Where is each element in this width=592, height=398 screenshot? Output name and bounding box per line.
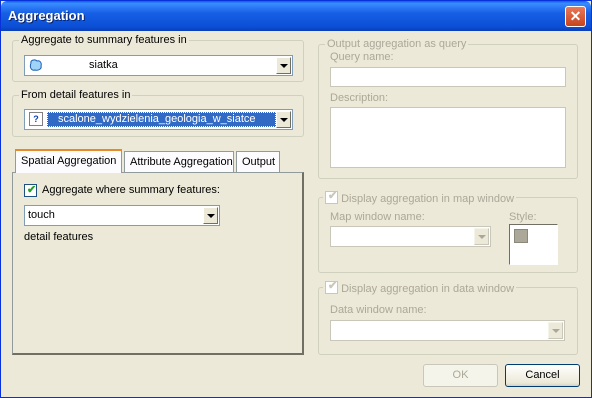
tab-label: Attribute Aggregation	[130, 156, 233, 168]
detail-features-value: scalone_wydzielenia_geologia_w_siatce	[58, 113, 256, 125]
checkmark-icon: ✔	[27, 184, 37, 196]
data-window-select[interactable]	[330, 320, 565, 341]
checkmark-icon: ✔	[328, 190, 338, 202]
tab-output[interactable]: Output	[236, 151, 280, 172]
description-textarea[interactable]	[330, 107, 566, 168]
title-bar[interactable]: Aggregation ✕	[1, 1, 591, 31]
summary-features-legend: Aggregate to summary features in	[19, 34, 189, 47]
checkmark-icon: ✔	[328, 280, 338, 292]
ok-button[interactable]: OK	[423, 364, 498, 387]
output-query-legend: Output aggregation as query	[325, 38, 469, 51]
tab-label: Spatial Aggregation	[21, 155, 117, 167]
polygon-layer-icon	[29, 59, 43, 75]
data-window-legend: Display aggregation in data window	[341, 283, 515, 295]
summary-features-select[interactable]: siatka	[24, 55, 293, 76]
detail-features-legend: From detail features in	[19, 89, 133, 102]
cancel-button[interactable]: Cancel	[505, 364, 580, 387]
aggregate-where-label: Aggregate where summary features:	[42, 184, 220, 196]
style-label: Style:	[509, 211, 537, 223]
close-icon: ✕	[569, 8, 582, 24]
data-window-name-label: Data window name:	[330, 304, 427, 316]
query-name-label: Query name:	[330, 51, 394, 63]
unknown-layer-icon: ?	[29, 112, 43, 126]
chevron-down-icon[interactable]	[548, 322, 563, 339]
map-window-legend-wrap: ✔ Display aggregation in map window	[323, 190, 517, 206]
tab-label: Output	[242, 156, 276, 168]
display-data-checkbox[interactable]: ✔	[325, 280, 338, 294]
aggregate-where-checkbox[interactable]: ✔	[24, 184, 37, 197]
summary-features-value: siatka	[89, 59, 118, 71]
description-label: Description:	[330, 92, 389, 104]
tab-spatial-aggregation[interactable]: Spatial Aggregation	[15, 149, 122, 173]
chevron-down-icon[interactable]	[203, 207, 218, 224]
map-window-name-label: Map window name:	[330, 211, 425, 223]
display-map-checkbox[interactable]: ✔	[325, 190, 338, 204]
map-window-legend: Display aggregation in map window	[341, 193, 515, 205]
style-preview	[514, 229, 528, 243]
spatial-aggregation-panel	[12, 172, 304, 355]
spatial-relation-select[interactable]: touch	[24, 205, 220, 226]
style-button[interactable]	[509, 224, 558, 265]
detail-features-text: detail features	[24, 231, 94, 243]
chevron-down-icon[interactable]	[474, 228, 489, 245]
query-name-input[interactable]	[330, 67, 566, 87]
data-window-legend-wrap: ✔ Display aggregation in data window	[323, 280, 517, 296]
spatial-relation-value: touch	[28, 209, 55, 221]
close-button[interactable]: ✕	[565, 6, 586, 27]
detail-features-select[interactable]: ? scalone_wydzielenia_geologia_w_siatce	[24, 109, 293, 130]
window-title: Aggregation	[8, 8, 85, 23]
chevron-down-icon[interactable]	[276, 111, 291, 128]
tab-attribute-aggregation[interactable]: Attribute Aggregation	[124, 151, 234, 172]
map-window-select[interactable]	[330, 226, 491, 247]
chevron-down-icon[interactable]	[276, 57, 291, 74]
